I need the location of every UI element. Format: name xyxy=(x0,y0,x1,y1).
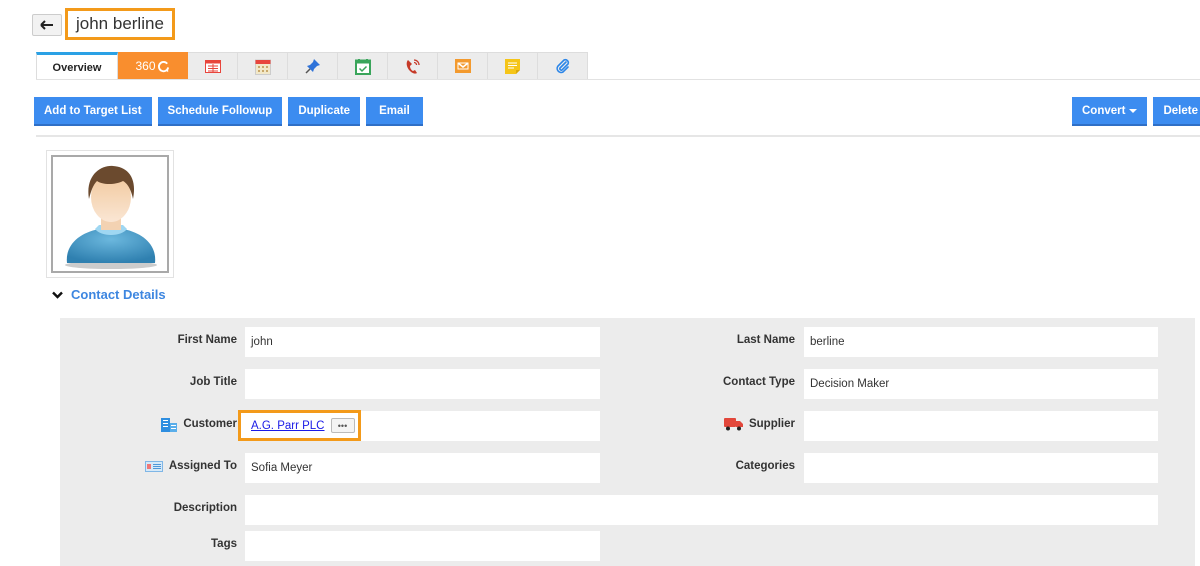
tab-tasks[interactable] xyxy=(338,52,388,80)
building-icon xyxy=(161,417,178,432)
assigned-to-label: Assigned To xyxy=(140,451,237,481)
last-name-field[interactable]: berline xyxy=(804,327,1158,357)
tab-attachments[interactable] xyxy=(538,52,588,80)
email-button[interactable]: Email xyxy=(366,97,423,126)
job-title-label: Job Title xyxy=(140,367,237,397)
contact-type-label: Contact Type xyxy=(690,367,795,397)
tab-calendar[interactable] xyxy=(238,52,288,80)
pushpin-icon xyxy=(304,59,320,74)
tab-calls[interactable] xyxy=(388,52,438,80)
description-label-text: Description xyxy=(173,502,237,514)
assigned-to-field[interactable]: Sofia Meyer xyxy=(245,453,600,483)
contact-type-label-text: Contact Type xyxy=(723,376,795,388)
assigned-to-label-text: Assigned To xyxy=(168,460,237,472)
customer-label-text: Customer xyxy=(183,418,237,430)
sticky-note-icon xyxy=(505,58,520,74)
customer-more-button[interactable]: ••• xyxy=(330,418,355,433)
record-title: john berline xyxy=(65,8,175,40)
customer-field: A.G. Parr PLC ••• xyxy=(238,410,361,441)
tab-overview[interactable]: Overview xyxy=(36,52,118,80)
contact-photo[interactable] xyxy=(46,150,174,278)
tab-overview-label: Overview xyxy=(52,61,102,74)
supplier-field[interactable] xyxy=(804,411,1158,441)
table-card-icon xyxy=(204,59,221,73)
description-field[interactable] xyxy=(245,495,1158,525)
calendar-check-icon xyxy=(354,58,371,75)
refresh-360-icon xyxy=(157,60,169,72)
duplicate-button[interactable]: Duplicate xyxy=(288,97,361,126)
description-label: Description xyxy=(140,493,237,523)
chevron-down-icon xyxy=(52,291,63,299)
first-name-field[interactable]: john xyxy=(245,327,600,357)
envelope-icon xyxy=(454,59,471,73)
actions-divider xyxy=(36,135,1200,137)
phone-call-icon xyxy=(406,58,420,74)
tabs-divider xyxy=(36,79,1200,80)
contact-details-toggle[interactable]: Contact Details xyxy=(52,287,166,302)
convert-label: Convert xyxy=(1082,104,1126,117)
tab-pin[interactable] xyxy=(288,52,338,80)
tab-emails[interactable] xyxy=(438,52,488,80)
schedule-followup-button[interactable]: Schedule Followup xyxy=(157,97,283,126)
supplier-label-text: Supplier xyxy=(748,418,795,430)
tab-details[interactable] xyxy=(188,52,238,80)
arrow-left-icon xyxy=(40,20,53,30)
action-bar-right: Convert Delete xyxy=(1072,97,1200,126)
convert-button[interactable]: Convert xyxy=(1072,97,1148,126)
job-title-field[interactable] xyxy=(245,369,600,399)
tab-notes[interactable] xyxy=(488,52,538,80)
id-card-icon xyxy=(144,460,163,472)
add-to-target-list-button[interactable]: Add to Target List xyxy=(34,97,152,126)
delete-button[interactable]: Delete xyxy=(1153,97,1200,126)
categories-field[interactable] xyxy=(804,453,1158,483)
categories-label: Categories xyxy=(690,451,795,481)
back-button[interactable] xyxy=(32,14,62,36)
action-bar: Add to Target List Schedule Followup Dup… xyxy=(34,97,423,126)
contact-type-field[interactable]: Decision Maker xyxy=(804,369,1158,399)
caret-down-icon xyxy=(1129,108,1138,113)
first-name-label-text: First Name xyxy=(177,334,237,346)
customer-link[interactable]: A.G. Parr PLC xyxy=(251,420,325,432)
tags-label-text: Tags xyxy=(211,538,237,550)
last-name-label-text: Last Name xyxy=(736,334,795,346)
section-title: Contact Details xyxy=(71,287,166,302)
categories-label-text: Categories xyxy=(735,460,795,472)
supplier-label: Supplier xyxy=(690,409,795,439)
tab-360[interactable]: 360 xyxy=(118,52,188,80)
first-name-label: First Name xyxy=(140,325,237,355)
tags-label: Tags xyxy=(140,529,237,559)
paperclip-icon xyxy=(555,58,569,74)
customer-label: Customer xyxy=(140,409,237,439)
truck-icon xyxy=(723,418,743,431)
tab-360-label: 360 xyxy=(135,59,156,73)
tags-field[interactable] xyxy=(245,531,600,561)
calendar-icon xyxy=(254,59,271,75)
job-title-label-text: Job Title xyxy=(189,376,237,388)
last-name-label: Last Name xyxy=(690,325,795,355)
avatar-person-icon xyxy=(65,165,157,269)
record-tabs: Overview 360 xyxy=(36,52,588,80)
